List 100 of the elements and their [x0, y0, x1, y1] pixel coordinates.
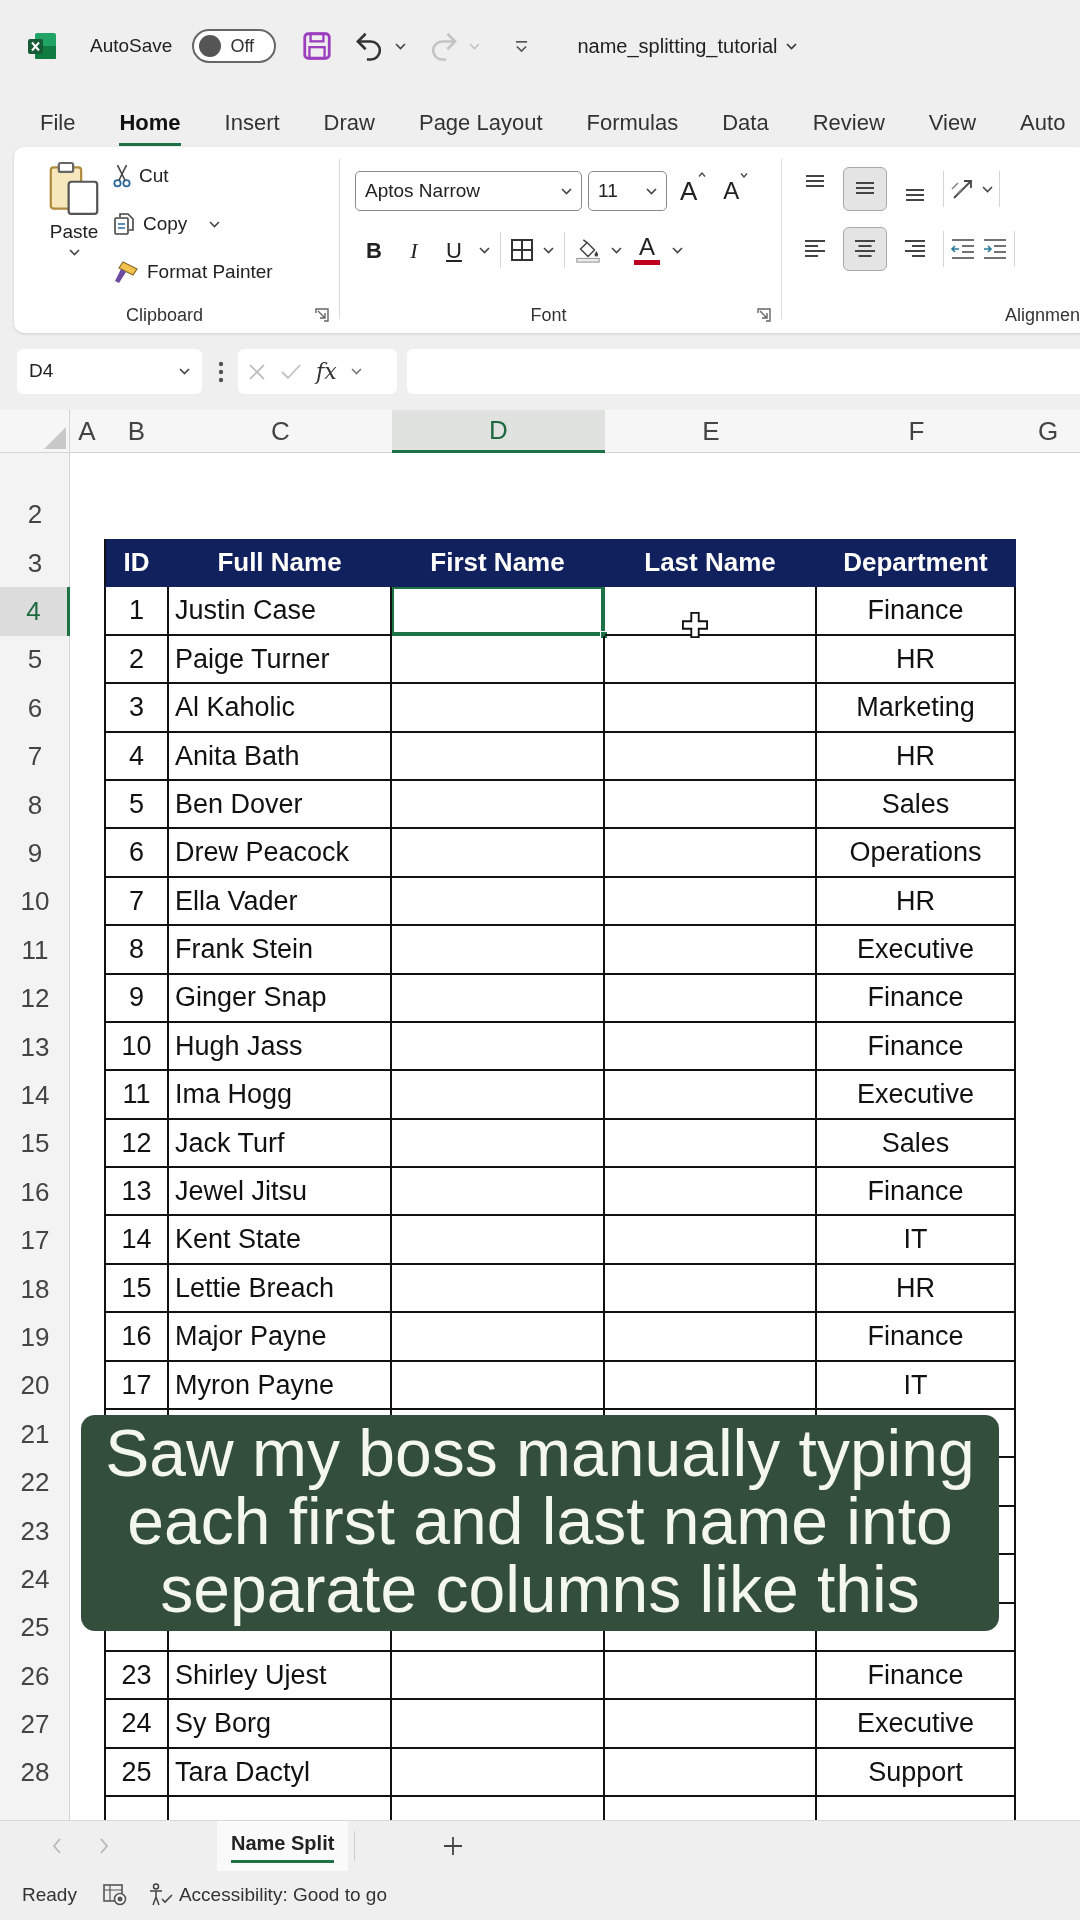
fill-handle[interactable]: [600, 630, 608, 639]
caret-icon[interactable]: [982, 185, 993, 193]
selected-cell[interactable]: [392, 587, 605, 636]
font-color-button[interactable]: A: [632, 235, 662, 265]
paste-button[interactable]: Paste: [49, 160, 99, 297]
column-header[interactable]: F: [817, 410, 1016, 453]
row-header[interactable]: 17: [0, 1216, 70, 1265]
row-header[interactable]: 24: [0, 1555, 70, 1604]
table-cell: Finance: [817, 1652, 1016, 1701]
macro-record-icon[interactable]: [102, 1884, 127, 1906]
caret-icon[interactable]: [543, 246, 554, 254]
format-painter-button[interactable]: Format Painter: [113, 248, 273, 296]
ribbon-tab[interactable]: Insert: [224, 99, 280, 146]
column-header[interactable]: B: [104, 410, 169, 453]
cut-button[interactable]: Cut: [113, 152, 273, 200]
dialog-launcher-icon[interactable]: [757, 308, 771, 322]
row-header[interactable]: 22: [0, 1458, 70, 1507]
ribbon-tab[interactable]: Page Layout: [418, 99, 543, 146]
caret-icon[interactable]: [672, 246, 683, 254]
ribbon-tab[interactable]: Review: [812, 99, 885, 146]
row-header[interactable]: 19: [0, 1313, 70, 1362]
table-cell: HR: [817, 1264, 1016, 1314]
status-text: Ready: [22, 1882, 77, 1907]
caret-icon: [646, 187, 657, 195]
accessibility-button[interactable]: Accessibility: Good to go: [148, 1880, 387, 1910]
ribbon-tab[interactable]: Auto: [1020, 99, 1066, 146]
bold-button[interactable]: B: [359, 230, 389, 270]
underline-button[interactable]: U: [439, 230, 469, 270]
decrease-indent-icon[interactable]: [950, 238, 976, 260]
row-header[interactable]: 13: [0, 1022, 70, 1072]
row-header[interactable]: 26: [0, 1652, 70, 1701]
table-cell: 25: [104, 1748, 169, 1798]
row-header[interactable]: 12: [0, 974, 70, 1023]
borders-icon[interactable]: [511, 239, 533, 261]
plus-icon[interactable]: [443, 1835, 464, 1856]
shrink-font-button[interactable]: A: [723, 173, 749, 209]
row-header[interactable]: 4: [0, 587, 70, 636]
caret-icon: [179, 368, 190, 375]
ribbon-tab[interactable]: Draw: [323, 99, 375, 146]
row-header[interactable]: 14: [0, 1071, 70, 1120]
caret-icon: [785, 42, 797, 50]
row-header[interactable]: 16: [0, 1168, 70, 1217]
row-header[interactable]: 28: [0, 1748, 70, 1798]
row-header[interactable]: 5: [0, 635, 70, 685]
row-header[interactable]: 3: [0, 539, 70, 588]
row-header[interactable]: 9: [0, 829, 70, 878]
table-cell: Executive: [817, 926, 1016, 975]
vertical-dots-icon[interactable]: [218, 360, 224, 383]
table-cell: 23: [104, 1652, 169, 1701]
ribbon-tab[interactable]: Formulas: [586, 99, 679, 146]
save-icon[interactable]: [303, 32, 332, 60]
row-header[interactable]: 2: [0, 490, 70, 539]
spreadsheet-logo-icon[interactable]: [28, 33, 56, 59]
customize-icon[interactable]: [514, 39, 530, 53]
ribbon-tab[interactable]: File: [40, 99, 76, 146]
caret-icon[interactable]: [209, 220, 221, 228]
table-cell: Major Payne: [169, 1313, 392, 1362]
grow-font-button[interactable]: A: [680, 171, 707, 211]
caret-icon[interactable]: [611, 246, 622, 254]
copy-button[interactable]: Copy: [113, 200, 188, 248]
row-header[interactable]: 27: [0, 1700, 70, 1749]
row-header[interactable]: 21: [0, 1410, 70, 1459]
row-header[interactable]: 10: [0, 877, 70, 927]
column-header[interactable]: C: [169, 410, 392, 453]
font-size-field[interactable]: 11: [588, 171, 667, 211]
row-header[interactable]: 8: [0, 780, 70, 830]
autosave-toggle[interactable]: Off: [192, 29, 277, 63]
check-icon[interactable]: [280, 362, 302, 381]
table-cell: 13: [104, 1168, 169, 1217]
row-header[interactable]: 18: [0, 1264, 70, 1314]
align-center-button[interactable]: [843, 227, 887, 271]
file-name-button[interactable]: name_splitting_tutorial: [577, 31, 797, 61]
italic-button[interactable]: I: [399, 230, 429, 270]
fill-bucket-icon[interactable]: [575, 237, 601, 263]
row-header[interactable]: 6: [0, 684, 70, 733]
row-header[interactable]: 20: [0, 1361, 70, 1411]
row-header[interactable]: 15: [0, 1119, 70, 1169]
row-header[interactable]: 7: [0, 732, 70, 781]
ribbon-tab[interactable]: Data: [722, 99, 769, 146]
table-cell: 6: [104, 829, 169, 878]
sheet-tab[interactable]: Name Split: [217, 1820, 349, 1871]
ribbon-tab[interactable]: View: [928, 99, 977, 146]
increase-indent-icon[interactable]: [982, 238, 1008, 260]
caret-icon[interactable]: [479, 246, 490, 254]
column-header[interactable]: A: [70, 410, 104, 453]
row-header[interactable]: 11: [0, 926, 70, 975]
column-header[interactable]: G: [1016, 410, 1080, 453]
column-header[interactable]: D: [392, 410, 605, 453]
row-header[interactable]: 25: [0, 1603, 70, 1652]
dialog-launcher-icon[interactable]: [315, 308, 329, 322]
table-cell: Ben Dover: [169, 780, 392, 830]
align-middle-button[interactable]: [843, 167, 887, 211]
table-cell: Jack Turf: [169, 1119, 392, 1169]
font-name-field[interactable]: Aptos Narrow: [355, 171, 582, 211]
name-box[interactable]: D4: [17, 349, 202, 394]
insert-function-button[interactable]: fx: [316, 355, 337, 388]
caret-icon[interactable]: [395, 42, 407, 50]
caret-icon[interactable]: [350, 368, 362, 375]
row-header[interactable]: 23: [0, 1506, 70, 1556]
column-header[interactable]: E: [605, 410, 817, 453]
